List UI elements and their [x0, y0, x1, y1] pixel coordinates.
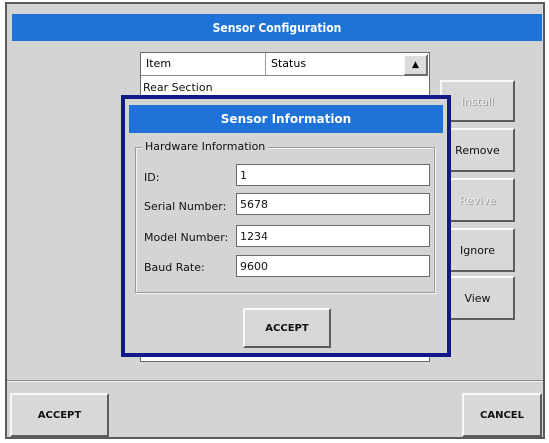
dialog-title: Sensor Information: [220, 112, 352, 126]
cancel-button-label: CANCEL: [480, 409, 524, 421]
scroll-up-arrow-icon: ▲: [412, 60, 419, 70]
ignore-button[interactable]: Ignore: [440, 228, 515, 272]
dialog-accept-label: ACCEPT: [265, 322, 309, 334]
model-number-field[interactable]: 1234: [236, 225, 430, 247]
list-header: Item Status: [141, 53, 403, 76]
remove-button-label: Remove: [455, 143, 500, 157]
remove-button[interactable]: Remove: [440, 128, 515, 172]
serial-number-label: Serial Number:: [144, 200, 227, 213]
revive-button[interactable]: Revive: [440, 178, 515, 222]
view-button[interactable]: View: [440, 276, 515, 320]
group-label: Hardware Information: [142, 140, 269, 153]
column-divider: [265, 53, 266, 75]
sensor-information-dialog: Sensor Information Hardware Information …: [121, 95, 451, 357]
window-title-bar: Sensor Configuration: [12, 14, 542, 41]
dialog-title-bar: Sensor Information: [129, 105, 443, 133]
install-button[interactable]: Install: [440, 80, 515, 122]
footer-accept-button[interactable]: ACCEPT: [10, 393, 109, 437]
serial-number-field[interactable]: 5678: [236, 193, 430, 215]
window-title: Sensor Configuration: [212, 20, 342, 35]
footer-separator: [7, 380, 543, 382]
baud-rate-field[interactable]: 9600: [236, 255, 430, 277]
install-button-label: Install: [460, 94, 495, 108]
ignore-button-label: Ignore: [460, 243, 495, 257]
id-field[interactable]: 1: [236, 164, 430, 186]
baud-rate-label: Baud Rate:: [144, 261, 205, 274]
scroll-up-button[interactable]: ▲: [403, 54, 428, 76]
view-button-label: View: [464, 291, 491, 305]
revive-button-label: Revive: [459, 193, 496, 207]
footer-accept-label: ACCEPT: [37, 409, 82, 421]
hardware-information-group: Hardware Information ID: 1 Serial Number…: [135, 140, 435, 293]
column-header-status[interactable]: Status: [271, 57, 306, 70]
id-label: ID:: [144, 171, 160, 184]
model-number-label: Model Number:: [144, 231, 229, 244]
dialog-accept-button[interactable]: ACCEPT: [243, 308, 331, 348]
cancel-button[interactable]: CANCEL: [462, 393, 542, 437]
list-item-label: Rear Section: [143, 81, 213, 94]
column-header-item[interactable]: Item: [146, 57, 171, 70]
list-item[interactable]: Rear Section: [143, 81, 213, 94]
